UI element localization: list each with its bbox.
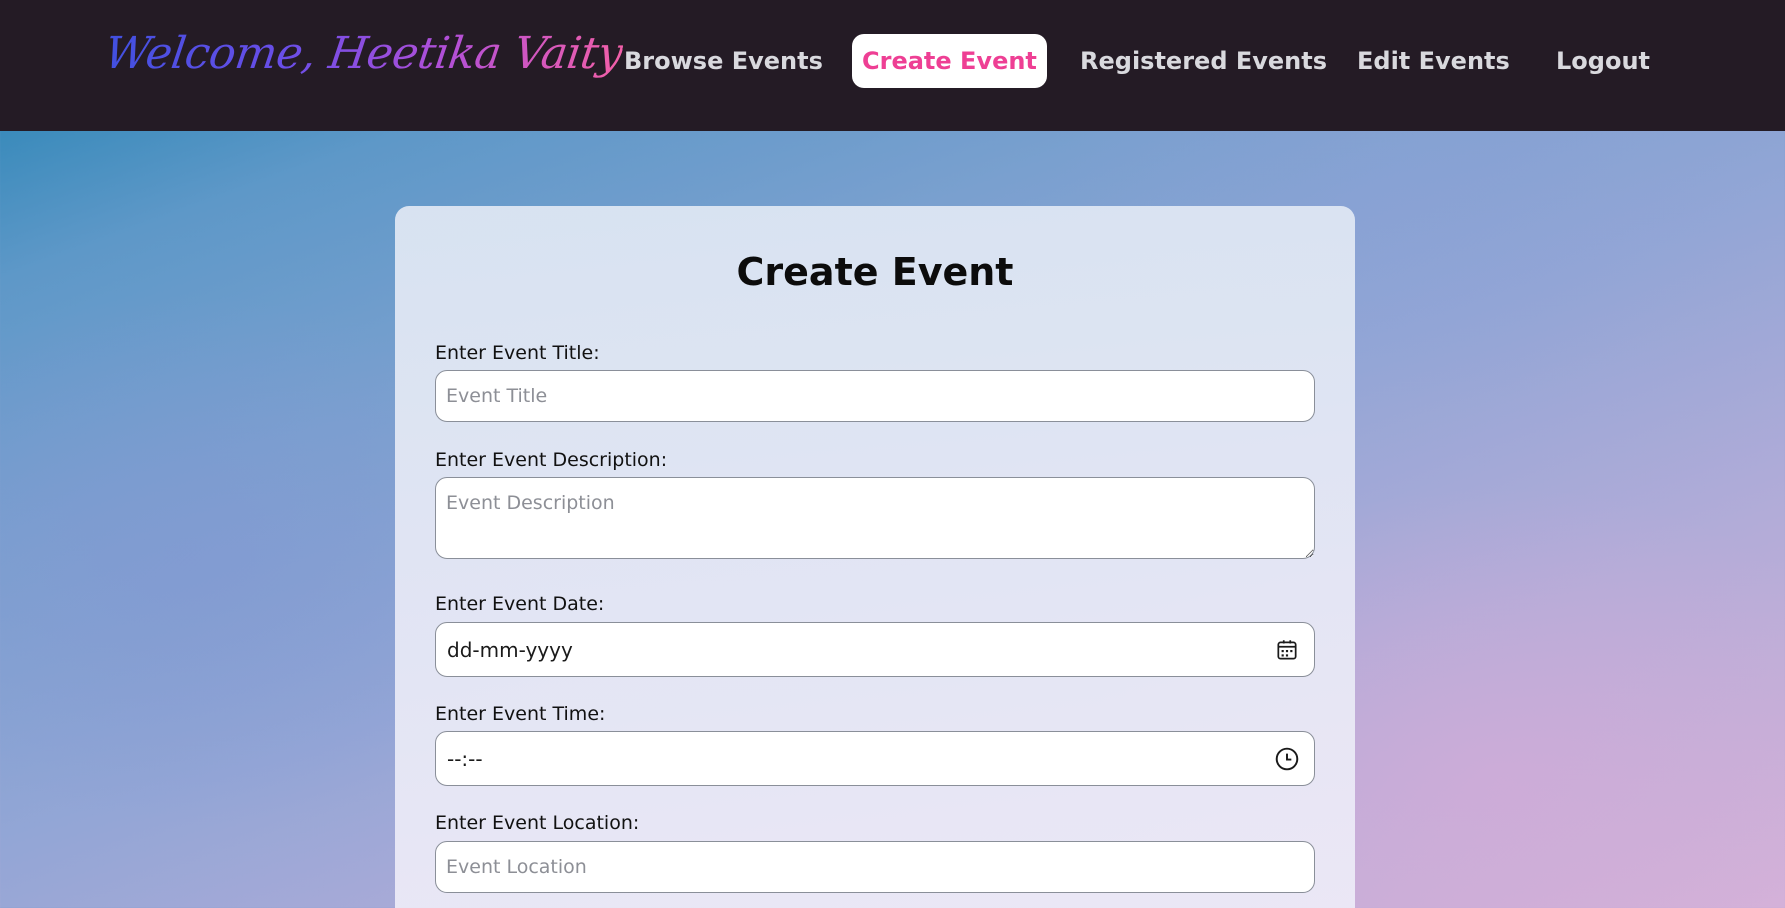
event-date-value: dd-mm-yyyy xyxy=(447,638,573,662)
event-description-textarea[interactable] xyxy=(435,477,1315,559)
event-time-value: --:-- xyxy=(447,747,483,771)
nav-edit-events[interactable]: Edit Events xyxy=(1357,34,1510,88)
event-time-label: Enter Event Time: xyxy=(435,703,606,725)
event-time-input[interactable]: --:-- xyxy=(435,731,1315,786)
clock-icon[interactable] xyxy=(1274,746,1300,772)
event-title-label: Enter Event Title: xyxy=(435,342,600,364)
calendar-icon[interactable] xyxy=(1274,637,1300,663)
form-title: Create Event xyxy=(736,250,1014,294)
nav-browse-events[interactable]: Browse Events xyxy=(624,34,823,88)
nav-logout[interactable]: Logout xyxy=(1556,34,1650,88)
nav-create-event[interactable]: Create Event xyxy=(852,34,1047,88)
event-date-label: Enter Event Date: xyxy=(435,593,605,615)
welcome-brand: Welcome, Heetika Vaity xyxy=(101,28,626,79)
event-location-label: Enter Event Location: xyxy=(435,812,640,834)
nav-registered-events[interactable]: Registered Events xyxy=(1080,34,1327,88)
create-event-card: Create Event Enter Event Title: Enter Ev… xyxy=(395,206,1355,908)
event-date-input[interactable]: dd-mm-yyyy xyxy=(435,622,1315,677)
top-navbar: Welcome, Heetika Vaity Browse Events Cre… xyxy=(0,0,1785,131)
event-location-input[interactable] xyxy=(435,841,1315,893)
event-description-label: Enter Event Description: xyxy=(435,449,668,471)
event-title-input[interactable] xyxy=(435,370,1315,422)
